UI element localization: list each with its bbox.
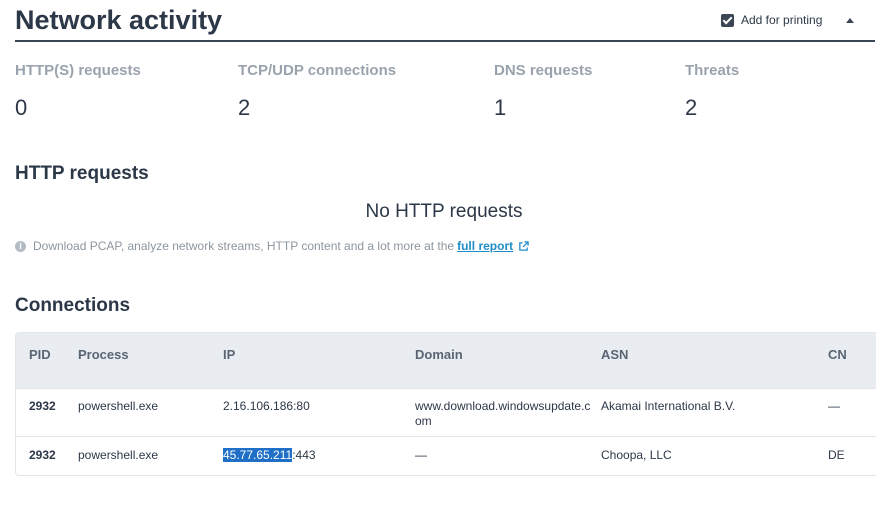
- page-title: Network activity: [15, 5, 223, 35]
- column-header-pid[interactable]: PID: [29, 347, 51, 362]
- cell-pid: 2932: [29, 448, 56, 462]
- column-header-ip[interactable]: IP: [223, 347, 235, 362]
- ip-port-text: :443: [292, 448, 316, 462]
- http-requests-heading: HTTP requests: [15, 163, 149, 184]
- cell-domain: www.download.windowsupdate.com: [415, 399, 591, 428]
- stat-label: HTTP(S) requests: [15, 62, 141, 79]
- cell-cn: DE: [828, 448, 845, 462]
- stat-http-requests: HTTP(S) requests 0: [15, 62, 141, 121]
- stat-value: 0: [15, 95, 28, 120]
- cell-asn: Choopa, LLC: [601, 448, 672, 462]
- table-header: PID Process IP Domain ASN CN: [16, 333, 876, 388]
- stat-threats: Threats 2: [685, 62, 739, 121]
- column-header-domain[interactable]: Domain: [415, 347, 463, 362]
- stat-label: DNS requests: [494, 62, 593, 79]
- stat-value: 1: [494, 95, 507, 120]
- cell-cn: —: [828, 399, 840, 413]
- cell-pid: 2932: [29, 399, 56, 413]
- note-text: Download PCAP, analyze network streams, …: [33, 239, 455, 253]
- column-header-asn[interactable]: ASN: [601, 347, 628, 362]
- stat-dns-requests: DNS requests 1: [494, 62, 592, 121]
- stat-label: TCP/UDP connections: [238, 62, 397, 79]
- cell-ip[interactable]: 45.77.65.211:443: [223, 448, 316, 463]
- cell-ip: 2.16.106.186:80: [223, 399, 310, 413]
- stat-value: 2: [685, 95, 698, 120]
- stat-label: Threats: [685, 62, 740, 79]
- no-http-requests-message: No HTTP requests: [365, 201, 523, 222]
- collapse-caret-icon[interactable]: [846, 18, 854, 23]
- full-report-link[interactable]: full report: [457, 239, 513, 253]
- info-icon: i: [15, 240, 26, 252]
- add-for-printing-label: Add for printing: [741, 13, 823, 27]
- ip-selected-text: 45.77.65.211: [223, 448, 293, 462]
- section-header: Network activity Add for printing: [15, 0, 875, 42]
- add-for-printing-toggle[interactable]: Add for printing: [721, 13, 822, 27]
- table-row[interactable]: 2932 powershell.exe 45.77.65.211:443 — C…: [16, 436, 876, 475]
- full-report-note: i Download PCAP, analyze network streams…: [15, 239, 529, 253]
- connections-heading: Connections: [15, 295, 131, 316]
- stat-tcp-udp-connections: TCP/UDP connections 2: [238, 62, 396, 121]
- column-header-process[interactable]: Process: [78, 347, 129, 362]
- checkbox-checked-icon[interactable]: [721, 13, 734, 27]
- cell-asn: Akamai International B.V.: [601, 399, 736, 413]
- column-header-cn[interactable]: CN: [828, 347, 847, 362]
- cell-process: powershell.exe: [78, 448, 159, 462]
- cell-domain: —: [415, 448, 427, 462]
- cell-process: powershell.exe: [78, 399, 159, 413]
- table-row[interactable]: 2932 powershell.exe 2.16.106.186:80 www.…: [16, 388, 876, 437]
- external-link-icon[interactable]: [518, 240, 529, 252]
- connections-table: PID Process IP Domain ASN CN 2932 powers…: [15, 332, 876, 476]
- stat-value: 2: [238, 95, 251, 120]
